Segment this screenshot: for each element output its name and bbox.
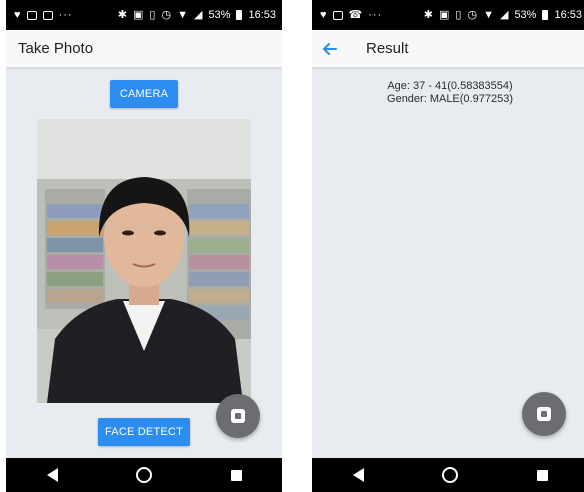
app-bar: Take Photo <box>6 30 282 68</box>
nav-recents-button[interactable] <box>216 460 256 490</box>
battery-icon <box>236 10 243 20</box>
floating-action-button[interactable] <box>216 394 260 438</box>
call-icon: ☎ <box>348 8 363 21</box>
stop-icon <box>231 409 245 423</box>
notification-icon: ♥ <box>14 8 21 21</box>
battery-percent: 53% <box>208 9 231 21</box>
app-bar: Result <box>312 30 584 68</box>
status-bar: ♥ ··· ✱ ▣ ▯ ◷ ▼ ◢ 53% 16:53 <box>6 0 282 30</box>
nfc-icon: ▣ <box>133 8 144 21</box>
cast-icon <box>42 10 53 20</box>
page-title: Result <box>366 40 409 57</box>
clock: 16:53 <box>248 9 276 21</box>
home-circle-icon <box>442 467 458 483</box>
take-photo-screen: ♥ ··· ✱ ▣ ▯ ◷ ▼ ◢ 53% 16:53 Take Photo C… <box>6 0 282 492</box>
notification-icon: ♥ <box>320 8 327 21</box>
nav-home-button[interactable] <box>430 460 470 490</box>
page-title: Take Photo <box>18 40 94 57</box>
image-icon <box>26 10 37 20</box>
recents-square-icon <box>230 469 242 481</box>
camera-button[interactable]: CAMERA <box>110 80 178 108</box>
nav-recents-button[interactable] <box>522 460 562 490</box>
nav-home-button[interactable] <box>124 460 164 490</box>
detection-result: Age: 37 - 41(0.58383554) Gender: MALE(0.… <box>312 80 584 106</box>
nfc-icon: ▣ <box>439 8 450 21</box>
captured-photo <box>37 119 251 403</box>
vibrate-icon: ▯ <box>455 8 462 21</box>
alarm-icon: ◷ <box>467 8 478 21</box>
nav-back-button[interactable] <box>338 460 378 490</box>
battery-percent: 53% <box>514 9 537 21</box>
more-notifications-icon: ··· <box>58 8 73 21</box>
age-result: Age: 37 - 41(0.58383554) <box>387 80 513 92</box>
home-circle-icon <box>136 467 152 483</box>
alarm-icon: ◷ <box>161 8 172 21</box>
system-navigation-bar <box>312 458 584 492</box>
status-bar: ♥ ☎ ··· ✱ ▣ ▯ ◷ ▼ ◢ 53% 16:53 <box>312 0 584 30</box>
result-screen: ♥ ☎ ··· ✱ ▣ ▯ ◷ ▼ ◢ 53% 16:53 Result Age… <box>312 0 584 492</box>
floating-action-button[interactable] <box>522 392 566 436</box>
more-notifications-icon: ··· <box>368 8 383 21</box>
cast-icon <box>332 10 343 20</box>
system-navigation-bar <box>6 458 282 492</box>
gender-result: Gender: MALE(0.977253) <box>387 93 513 105</box>
nav-back-button[interactable] <box>32 460 72 490</box>
wifi-icon: ▼ <box>483 8 494 21</box>
bluetooth-icon: ✱ <box>117 8 127 21</box>
signal-icon: ◢ <box>193 8 203 21</box>
back-triangle-icon <box>352 468 364 482</box>
back-triangle-icon <box>46 468 58 482</box>
battery-icon <box>542 10 549 20</box>
vibrate-icon: ▯ <box>149 8 156 21</box>
stop-icon <box>537 407 551 421</box>
recents-square-icon <box>536 469 548 481</box>
face-detect-button[interactable]: FACE DETECT <box>98 418 190 446</box>
arrow-left-icon[interactable] <box>320 39 340 59</box>
signal-icon: ◢ <box>499 8 509 21</box>
clock: 16:53 <box>554 9 582 21</box>
wifi-icon: ▼ <box>177 8 188 21</box>
bluetooth-icon: ✱ <box>423 8 433 21</box>
